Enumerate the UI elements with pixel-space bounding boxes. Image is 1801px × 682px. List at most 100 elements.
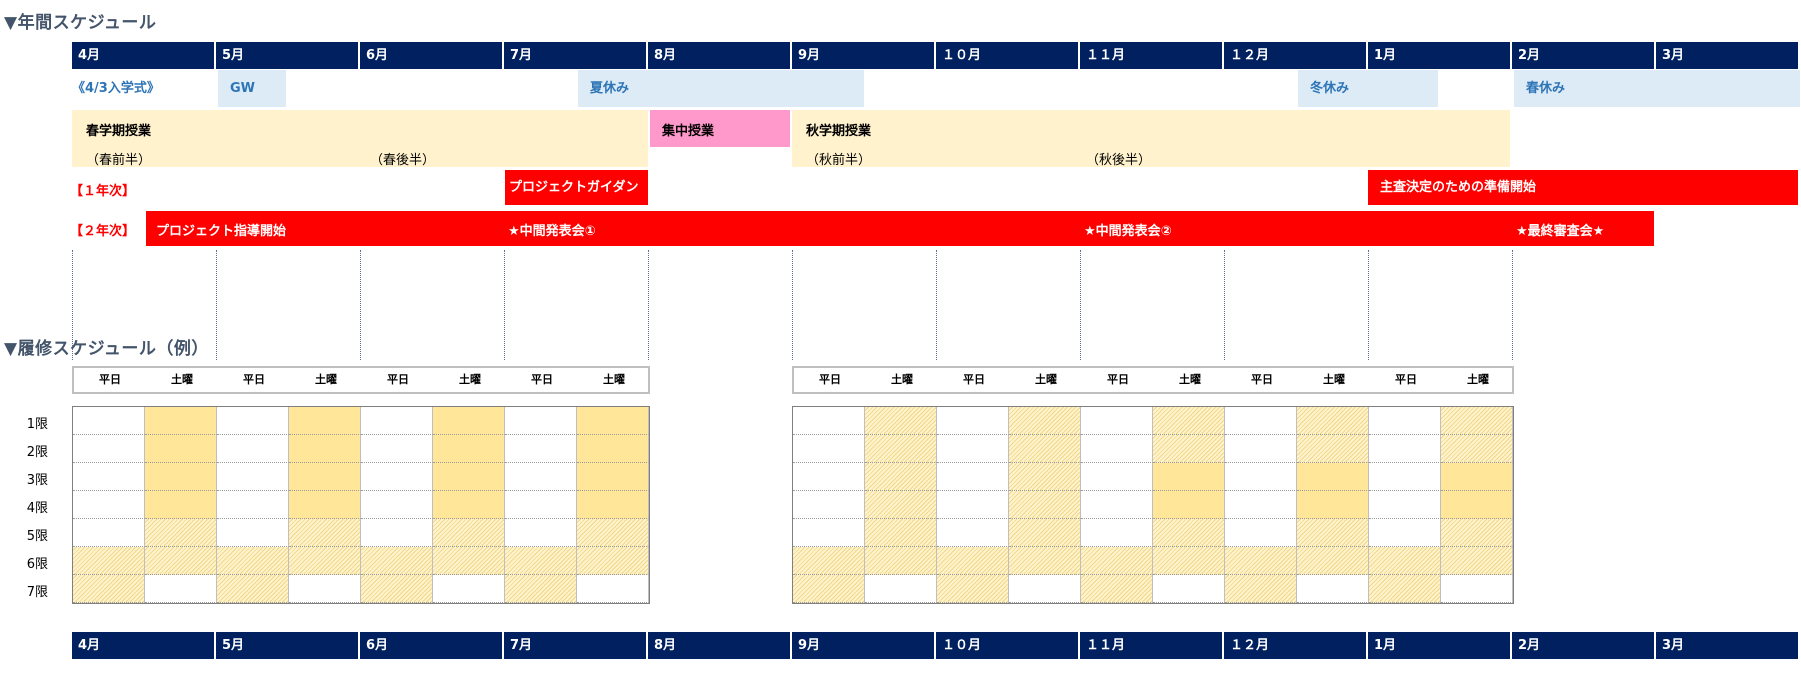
- day-header-spring: 平日 土曜 平日 土曜 平日 土曜 平日 土曜: [72, 366, 650, 394]
- year1-label: 【１年次】: [70, 184, 136, 199]
- month-divider: [504, 250, 505, 360]
- timetable-cell: [1153, 407, 1225, 435]
- day-header-autumn: 平日 土曜 平日 土曜 平日 土曜 平日 土曜 平日 土曜: [792, 366, 1514, 394]
- timetable-cell: [1225, 435, 1297, 463]
- timetable-cell: [1153, 491, 1225, 519]
- month-sep: 9月: [792, 632, 934, 659]
- timetable-cell: [289, 491, 361, 519]
- timetable-cell: [145, 519, 217, 547]
- year2-start-label: プロジェクト指導開始: [156, 224, 287, 239]
- spring-first-half: （春前半）: [86, 153, 152, 168]
- timetable-cell: [793, 519, 865, 547]
- timetable-cell: [937, 547, 1009, 575]
- timetable-cell: [1441, 547, 1513, 575]
- timetable-cell: [505, 463, 577, 491]
- year1-guidance-bar: プロジェクトガイダンス: [505, 170, 648, 230]
- timetable-cell: [361, 547, 433, 575]
- month-apr: 4月: [72, 42, 214, 69]
- weekday-label: 平日: [1107, 373, 1129, 386]
- month-jun: 6月: [360, 632, 502, 659]
- weekday-label: 平日: [963, 373, 985, 386]
- month-apr: 4月: [72, 632, 214, 659]
- weekday-label: 平日: [243, 373, 265, 386]
- timetable-cell: [289, 519, 361, 547]
- timetable-cell: [433, 435, 505, 463]
- period-label-5: 5限: [26, 529, 48, 544]
- timetable-cell: [793, 435, 865, 463]
- timetable-cell: [937, 463, 1009, 491]
- timetable-cell: [73, 407, 145, 435]
- timetable-cell: [289, 547, 361, 575]
- timetable-cell: [73, 491, 145, 519]
- timetable-cell: [577, 407, 649, 435]
- timetable-grid-autumn: [792, 406, 1514, 604]
- saturday-label: 土曜: [1467, 373, 1489, 386]
- timetable-cell: [577, 519, 649, 547]
- timetable-cell: [145, 575, 217, 603]
- timetable-cell: [289, 435, 361, 463]
- timetable-cell: [1009, 547, 1081, 575]
- autumn-term-label: 秋学期授業: [806, 124, 872, 139]
- month-jan: 1月: [1368, 42, 1510, 69]
- timetable-cell: [793, 575, 865, 603]
- saturday-label: 土曜: [1179, 373, 1201, 386]
- month-divider: [1080, 250, 1081, 360]
- timetable-cell: [73, 519, 145, 547]
- autumn-second-half: （秋後半）: [1086, 153, 1152, 168]
- winter-break: 冬休み: [1298, 70, 1438, 107]
- month-oct: １０月: [936, 42, 1078, 69]
- period-label-3: 3限: [26, 473, 48, 488]
- timetable-cell: [361, 491, 433, 519]
- timetable-cell: [433, 575, 505, 603]
- timetable-cell: [577, 575, 649, 603]
- timetable-cell: [433, 463, 505, 491]
- year2-label: 【２年次】: [70, 224, 136, 239]
- weekday-label: 平日: [387, 373, 409, 386]
- timetable-grid-spring: [72, 406, 650, 604]
- saturday-label: 土曜: [315, 373, 337, 386]
- month-jun: 6月: [360, 42, 502, 69]
- timetable-cell: [865, 463, 937, 491]
- timetable-cell: [937, 407, 1009, 435]
- timetable-cell: [1081, 519, 1153, 547]
- timetable-cell: [289, 463, 361, 491]
- timetable-cell: [1441, 575, 1513, 603]
- weekday-label: 平日: [819, 373, 841, 386]
- timetable-cell: [1225, 547, 1297, 575]
- month-divider: [216, 250, 217, 360]
- timetable-cell: [361, 407, 433, 435]
- timetable-cell: [865, 547, 937, 575]
- weekday-label: 平日: [1251, 373, 1273, 386]
- intensive-term-label: 集中授業: [662, 124, 715, 139]
- timetable-cell: [1225, 575, 1297, 603]
- month-divider: [936, 250, 937, 360]
- month-divider: [1224, 250, 1225, 360]
- timetable-cell: [1369, 407, 1441, 435]
- saturday-label: 土曜: [1323, 373, 1345, 386]
- timetable-cell: [217, 463, 289, 491]
- weekday-label: 平日: [99, 373, 121, 386]
- month-mar: 3月: [1656, 632, 1798, 659]
- timetable-cell: [1081, 547, 1153, 575]
- timetable-cell: [1369, 491, 1441, 519]
- timetable-cell: [793, 491, 865, 519]
- timetable-cell: [361, 519, 433, 547]
- timetable-cell: [505, 575, 577, 603]
- timetable-cell: [1441, 519, 1513, 547]
- timetable-cell: [1369, 547, 1441, 575]
- timetable-cell: [1297, 519, 1369, 547]
- timetable-cell: [145, 407, 217, 435]
- saturday-label: 土曜: [171, 373, 193, 386]
- gw-period: GW: [218, 70, 286, 107]
- timetable-cell: [1081, 407, 1153, 435]
- saturday-label: 土曜: [891, 373, 913, 386]
- timetable-cell: [433, 519, 505, 547]
- weekday-label: 平日: [1395, 373, 1417, 386]
- timetable-cell: [1297, 463, 1369, 491]
- autumn-first-half: （秋前半）: [806, 153, 872, 168]
- month-feb: 2月: [1512, 42, 1654, 69]
- saturday-label: 土曜: [459, 373, 481, 386]
- timetable-cell: [1441, 435, 1513, 463]
- timetable-cell: [1153, 547, 1225, 575]
- timetable-cell: [361, 575, 433, 603]
